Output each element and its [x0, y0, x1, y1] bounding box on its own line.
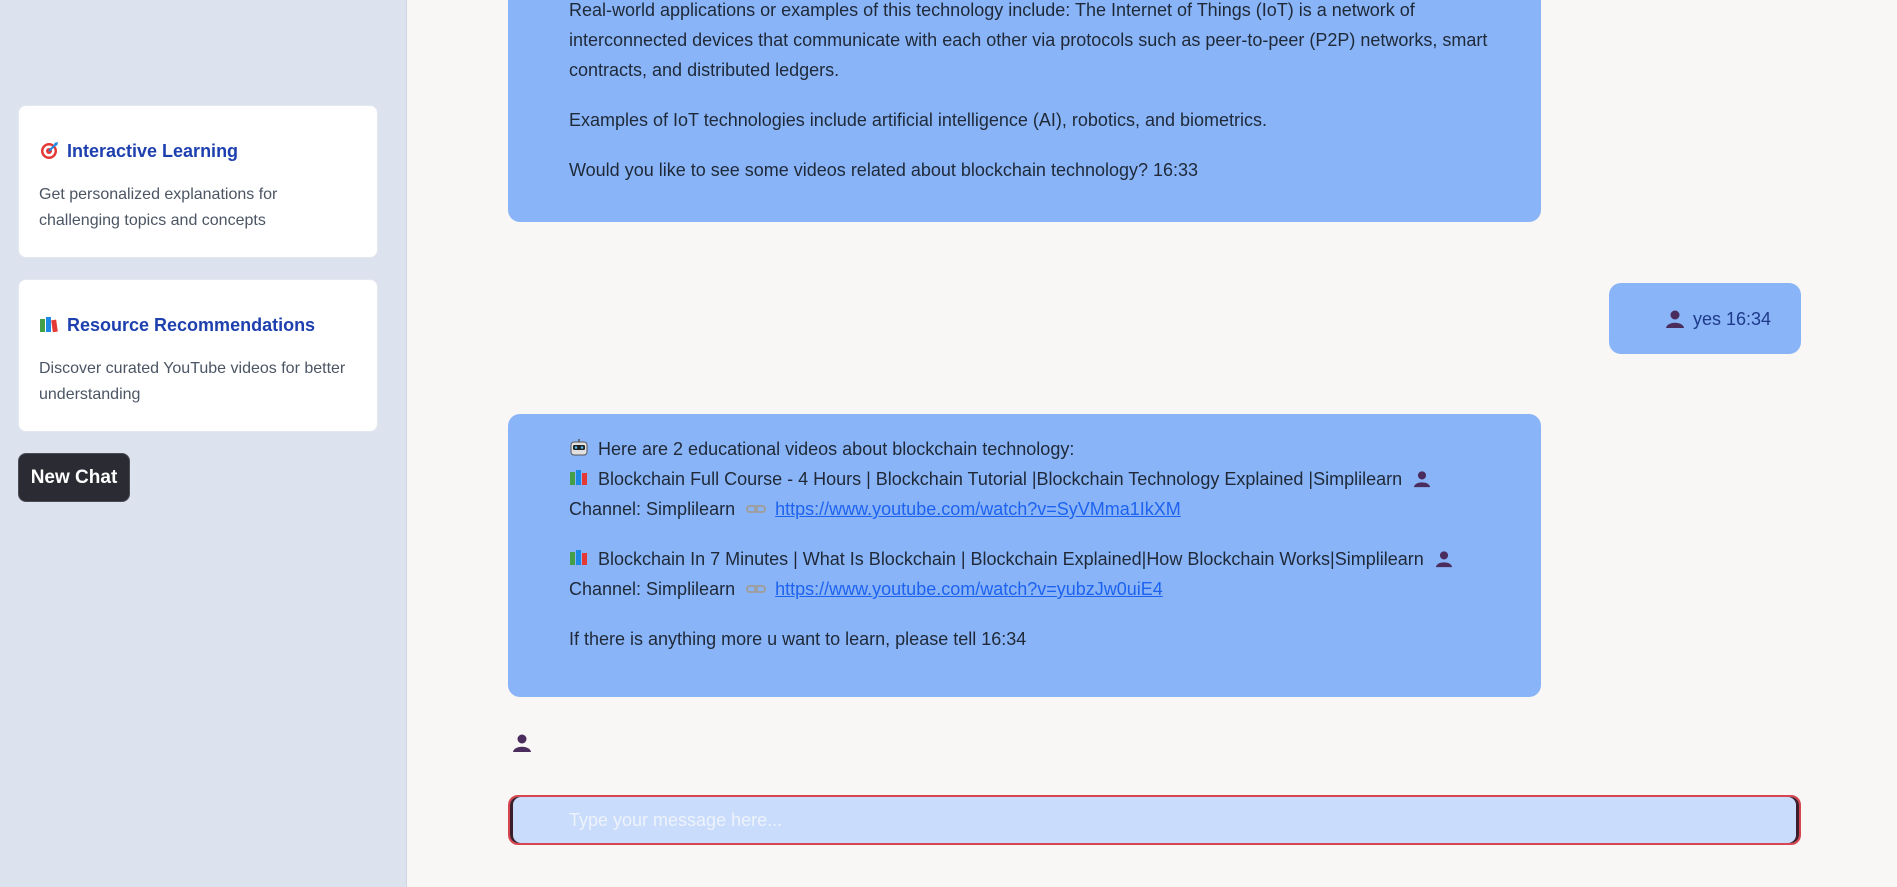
feature-card-description: Get personalized explanations for challe… — [39, 186, 278, 229]
feature-card-resource-recommendations: Resource Recommendations Discover curate… — [18, 279, 378, 432]
link-icon — [746, 505, 767, 513]
feature-card-title: Interactive Learning — [39, 136, 357, 166]
link-icon — [746, 585, 767, 593]
message-intro: Here are 2 educational videos about bloc… — [569, 434, 1496, 464]
new-chat-button[interactable]: New Chat — [18, 453, 130, 502]
user-avatar-icon — [1435, 551, 1452, 568]
robot-icon — [570, 439, 588, 456]
video-title: Blockchain In 7 Minutes | What Is Blockc… — [598, 549, 1424, 569]
feature-card-description: Discover curated YouTube videos for bett… — [39, 360, 346, 403]
bot-message: Real-world applications or examples of t… — [508, 0, 1541, 222]
bot-message: Here are 2 educational videos about bloc… — [508, 414, 1541, 697]
message-paragraph: Real-world applications or examples of t… — [569, 0, 1488, 80]
message-paragraph: Examples of IoT technologies include art… — [569, 110, 1268, 130]
books-icon — [570, 470, 587, 485]
video-channel: Channel: Simplilearn — [569, 499, 736, 519]
user-avatar-icon — [1414, 471, 1431, 488]
message-closing: If there is anything more u want to lear… — [569, 629, 1027, 649]
target-icon — [41, 142, 58, 159]
video-channel: Channel: Simplilearn — [569, 579, 736, 599]
user-message: yes 16:34 — [1609, 283, 1801, 354]
video-item: Blockchain Full Course - 4 Hours | Block… — [569, 464, 1496, 524]
message-input-container — [508, 795, 1801, 845]
feature-card-title-text: Interactive Learning — [67, 140, 239, 161]
feature-card-interactive-learning: Interactive Learning Get personalized ex… — [18, 105, 378, 258]
user-avatar-icon — [1665, 310, 1684, 328]
books-icon — [570, 550, 587, 565]
video-link[interactable]: https://www.youtube.com/watch?v=yubzJw0u… — [775, 579, 1163, 599]
message-paragraph: Would you like to see some videos relate… — [569, 160, 1199, 180]
video-item: Blockchain In 7 Minutes | What Is Blockc… — [569, 544, 1496, 604]
video-title: Blockchain Full Course - 4 Hours | Block… — [598, 469, 1403, 489]
feature-card-title-text: Resource Recommendations — [67, 314, 316, 335]
user-avatar-icon — [513, 734, 531, 752]
books-icon — [40, 317, 58, 333]
user-message-text: yes 16:34 — [1692, 308, 1771, 329]
sidebar: Interactive Learning Get personalized ex… — [0, 0, 407, 887]
video-link[interactable]: https://www.youtube.com/watch?v=SyVMma1I… — [775, 499, 1181, 519]
feature-card-title: Resource Recommendations — [39, 310, 357, 340]
message-intro-text: Here are 2 educational videos about bloc… — [598, 439, 1075, 459]
message-input[interactable] — [510, 797, 1799, 843]
